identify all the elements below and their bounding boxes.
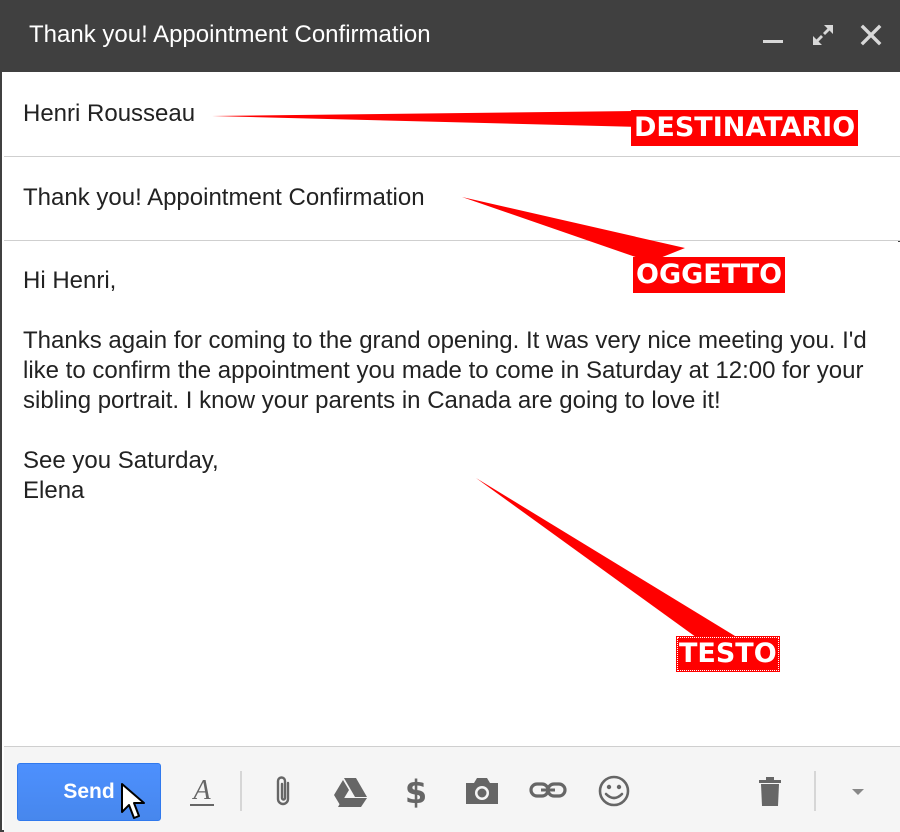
link-icon[interactable] bbox=[528, 771, 568, 811]
window-title: Thank you! Appointment Confirmation bbox=[29, 21, 431, 48]
message-text: Hi Henri, Thanks again for coming to the… bbox=[23, 266, 883, 506]
subject-value: Thank you! Appointment Confirmation bbox=[23, 184, 425, 211]
body-annotation-label: TESTO bbox=[676, 636, 780, 672]
expand-icon[interactable] bbox=[808, 20, 838, 50]
emoji-icon[interactable] bbox=[594, 771, 634, 811]
toolbar-separator bbox=[814, 771, 816, 811]
recipient-annotation-label: DESTINATARIO bbox=[631, 110, 859, 146]
camera-icon[interactable] bbox=[462, 771, 502, 811]
body-paragraph: Thanks again for coming to the grand ope… bbox=[23, 327, 867, 414]
mouse-pointer-icon bbox=[121, 783, 145, 819]
compose-titlebar[interactable]: Thank you! Appointment Confirmation bbox=[2, 0, 900, 72]
drive-icon[interactable] bbox=[330, 771, 370, 811]
minimize-icon[interactable] bbox=[758, 20, 788, 50]
subject-field[interactable]: Thank you! Appointment Confirmation bbox=[4, 157, 900, 241]
more-options-icon[interactable] bbox=[838, 771, 878, 811]
subject-annotation-label: OGGETTO bbox=[633, 257, 786, 293]
closing-line: See you Saturday, bbox=[23, 447, 219, 474]
recipient-value: Henri Rousseau bbox=[23, 100, 196, 127]
attach-icon[interactable] bbox=[264, 771, 304, 811]
close-icon[interactable] bbox=[856, 20, 886, 50]
toolbar-separator bbox=[240, 771, 242, 811]
format-text-icon[interactable]: A bbox=[182, 771, 222, 811]
svg-text:A: A bbox=[191, 775, 211, 806]
trash-icon[interactable] bbox=[750, 771, 790, 811]
money-icon[interactable]: $ bbox=[396, 771, 436, 811]
signature-line: Elena bbox=[23, 477, 85, 504]
svg-text:$: $ bbox=[405, 773, 427, 811]
